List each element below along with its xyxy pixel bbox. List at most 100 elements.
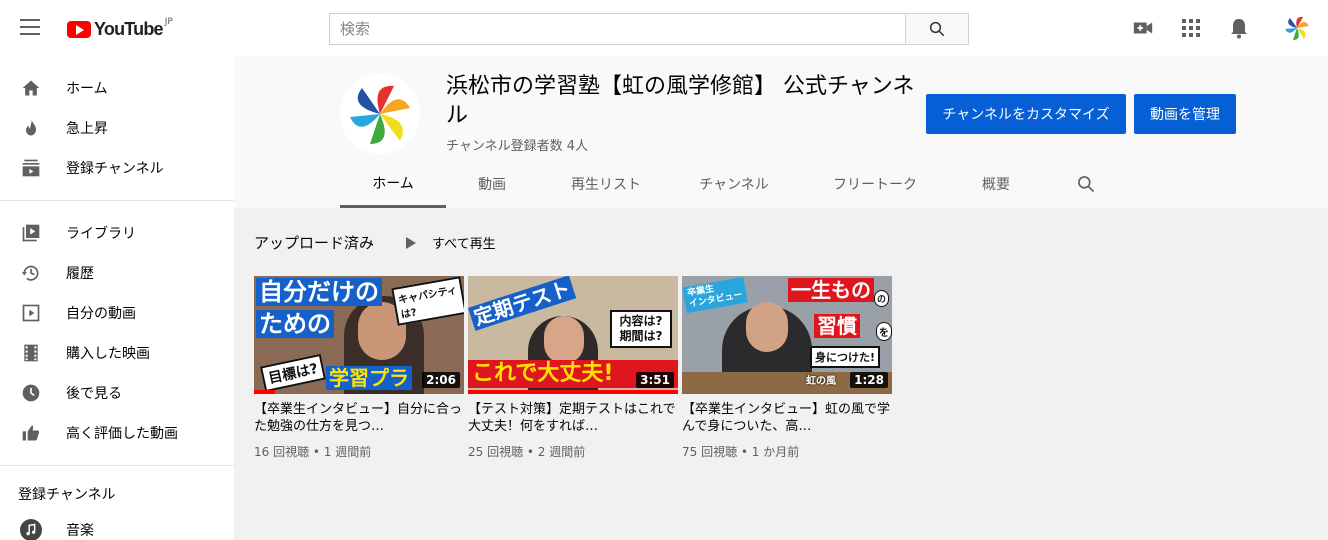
thumb-caption: 身につけた! (810, 346, 881, 368)
video-thumbnail[interactable]: 定期テスト 内容は? 期間は? これで大丈夫! 3:51 (468, 276, 678, 394)
your-videos-icon (20, 302, 42, 324)
sidebar-item-label: ライブラリ (66, 226, 136, 242)
sidebar-item-home[interactable]: ホーム (0, 68, 234, 108)
sidebar-divider (0, 465, 234, 466)
tab-about[interactable]: 概要 (956, 160, 1036, 208)
video-metadata: 16 回視聴 • 1 週間前 (254, 445, 372, 459)
video-card[interactable]: 自分だけの ための 目標は? 学習プラ キャパシティは? 2:06 【卒業生イン… (254, 276, 464, 460)
thumb-caption: 自分だけの (256, 278, 382, 306)
shelf-title[interactable]: アップロード済み (254, 232, 374, 253)
uploads-shelf-header: アップロード済み すべて再生 (254, 232, 496, 253)
thumb-caption: 虹の風 (806, 376, 836, 387)
watch-progress (468, 390, 678, 394)
notifications-icon[interactable] (1228, 17, 1250, 39)
sidebar-item-label: 音楽 (66, 523, 94, 539)
liked-icon (20, 422, 42, 444)
search-icon (1078, 176, 1095, 193)
tab-home[interactable]: ホーム (340, 160, 446, 208)
logo-text: YouTube (94, 19, 164, 39)
watch-progress (254, 390, 275, 394)
tab-discussion[interactable]: フリートーク (794, 160, 956, 208)
video-metadata: 25 回視聴 • 2 週間前 (468, 445, 586, 459)
thumb-caption: 内容は? (619, 314, 663, 328)
video-metadata: 75 回視聴 • 1 か月前 (682, 445, 800, 459)
channel-title: 浜松市の学習塾【虹の風学修館】 公式チャンネル (446, 74, 915, 128)
sidebar-item-your-videos[interactable]: 自分の動画 (0, 293, 234, 333)
movies-icon (20, 342, 42, 364)
sidebar-item-label: 購入した映画 (66, 346, 150, 362)
video-duration: 2:06 (422, 372, 460, 388)
video-title[interactable]: 【テスト対策】定期テストはこれで大丈夫！何をすれば… (468, 401, 678, 435)
home-icon (20, 77, 42, 99)
sidebar-item-library[interactable]: ライブラリ (0, 213, 234, 253)
trending-icon (20, 117, 42, 139)
sidebar-item-subscriptions[interactable]: 登録チャンネル (0, 148, 234, 188)
thumb-caption-box: 卒業生 インタビュー (682, 276, 748, 314)
sidebar-item-music[interactable]: 音楽 (0, 510, 234, 540)
sidebar-item-watch-later[interactable]: 後で見る (0, 373, 234, 413)
sidebar-item-liked[interactable]: 高く評価した動画 (0, 413, 234, 453)
thumb-caption: の (874, 290, 890, 307)
apps-icon[interactable] (1180, 17, 1202, 39)
video-duration: 3:51 (636, 372, 674, 388)
customize-channel-button[interactable]: チャンネルをカスタマイズ (926, 94, 1126, 134)
thumb-caption: 一生もの (788, 278, 874, 302)
thumb-caption: 目標は? (259, 353, 327, 393)
thumb-caption-box: 内容は? 期間は? (610, 310, 672, 348)
video-card[interactable]: 卒業生 インタビュー 一生もの の 習慣 を 身につけた! 虹の風 1:28 【… (682, 276, 892, 460)
thumb-caption: 習慣 (814, 314, 860, 338)
youtube-play-icon (67, 21, 91, 38)
account-avatar[interactable] (1283, 14, 1311, 42)
tab-playlists[interactable]: 再生リスト (538, 160, 674, 208)
sidebar-item-label: 高く評価した動画 (66, 426, 178, 442)
search-icon (929, 21, 945, 37)
video-card[interactable]: 定期テスト 内容は? 期間は? これで大丈夫! 3:51 【テスト対策】定期テス… (468, 276, 678, 460)
sidebar-item-history[interactable]: 履歴 (0, 253, 234, 293)
manage-videos-button[interactable]: 動画を管理 (1134, 94, 1236, 134)
tab-videos[interactable]: 動画 (446, 160, 538, 208)
sidebar-item-label: 登録チャンネル (66, 161, 164, 177)
thumb-caption: ための (256, 310, 334, 338)
subscriber-count: チャンネル登録者数 4人 (446, 139, 589, 154)
channel-tabs: ホーム 動画 再生リスト チャンネル フリートーク 概要 (340, 160, 1136, 208)
video-title[interactable]: 【卒業生インタビュー】自分に合った勉強の仕方を見つ… (254, 401, 464, 435)
sidebar: ホーム 急上昇 登録チャンネル ライブラリ 履歴 自分の動画 購入した映画 後で… (0, 56, 234, 540)
sidebar-divider (0, 200, 234, 201)
menu-icon[interactable] (20, 19, 40, 35)
search-input[interactable]: 検索 (329, 13, 905, 45)
subscriptions-icon (20, 157, 42, 179)
tab-channels[interactable]: チャンネル (674, 160, 794, 208)
history-icon (20, 262, 42, 284)
sidebar-item-label: 急上昇 (66, 121, 108, 137)
library-icon (20, 222, 42, 244)
sidebar-item-label: 自分の動画 (66, 306, 136, 322)
channel-header: 浜松市の学習塾【虹の風学修館】 公式チャンネル チャンネル登録者数 4人 チャン… (234, 56, 1328, 208)
music-icon (20, 519, 42, 540)
play-all-label: すべて再生 (432, 237, 496, 252)
thumb-caption: キャパシティは? (391, 276, 464, 326)
video-thumbnail[interactable]: 自分だけの ための 目標は? 学習プラ キャパシティは? 2:06 (254, 276, 464, 394)
search-bar: 検索 (329, 13, 969, 45)
channel-avatar[interactable] (340, 74, 420, 154)
search-button[interactable] (905, 13, 969, 45)
sidebar-item-movies[interactable]: 購入した映画 (0, 333, 234, 373)
region-label: JP (164, 16, 173, 27)
sidebar-item-trending[interactable]: 急上昇 (0, 108, 234, 148)
subscriptions-heading: 登録チャンネル (18, 487, 116, 503)
masthead: YouTube JP 検索 (0, 0, 1328, 56)
sidebar-item-label: 履歴 (66, 266, 94, 282)
video-title[interactable]: 【卒業生インタビュー】虹の風で学んで身についた、高… (682, 401, 892, 435)
watch-later-icon (20, 382, 42, 404)
create-video-icon[interactable] (1132, 17, 1154, 39)
thumb-caption: を (876, 322, 892, 341)
video-thumbnail[interactable]: 卒業生 インタビュー 一生もの の 習慣 を 身につけた! 虹の風 1:28 (682, 276, 892, 394)
youtube-logo[interactable]: YouTube JP (67, 16, 173, 40)
sidebar-item-label: ホーム (66, 81, 108, 97)
play-all-button[interactable]: すべて再生 (404, 233, 496, 252)
thumb-caption: 学習プラ (326, 366, 412, 390)
sidebar-item-label: 後で見る (66, 386, 122, 402)
tab-search[interactable] (1036, 160, 1136, 208)
play-icon (406, 236, 417, 249)
video-duration: 1:28 (850, 372, 888, 388)
thumb-caption: 期間は? (619, 329, 663, 343)
